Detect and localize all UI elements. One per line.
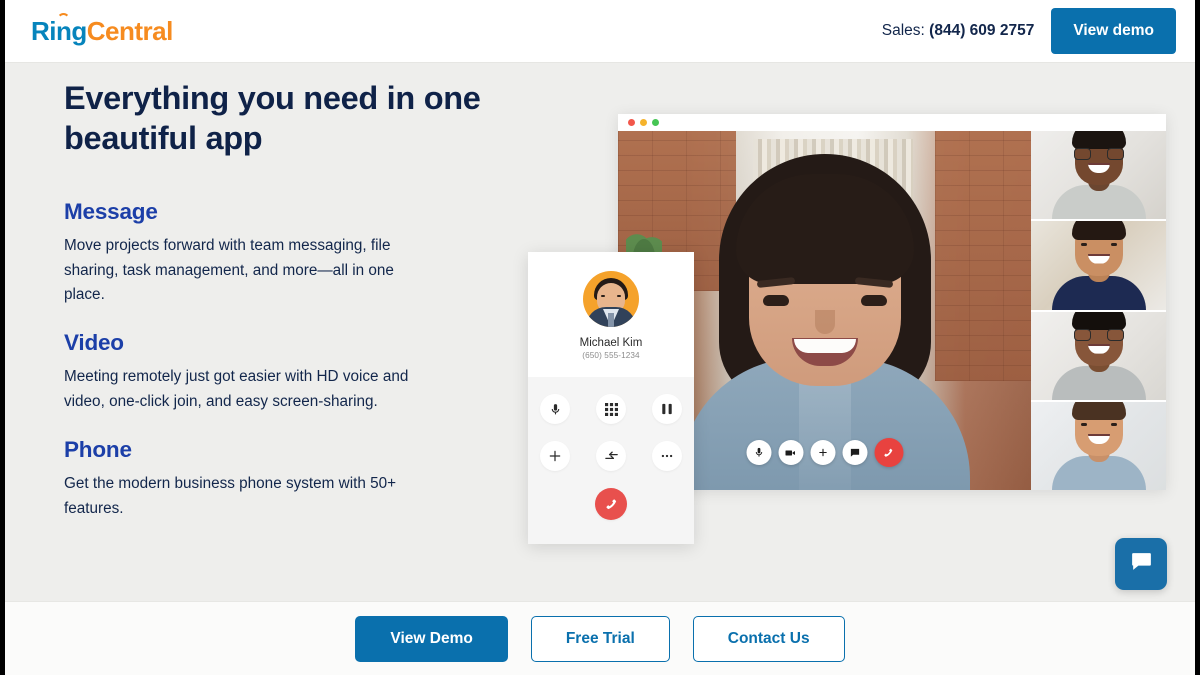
sales-phone-number: (844) 609 2757 bbox=[929, 22, 1035, 39]
video-meeting-window bbox=[618, 114, 1166, 490]
participant-hair bbox=[1071, 401, 1126, 420]
page: Ring Central Sales: (844) 609 2757 View … bbox=[5, 0, 1195, 675]
contact-us-button[interactable]: Contact Us bbox=[692, 615, 845, 662]
glasses-icon bbox=[1106, 328, 1124, 341]
logo-text-central: Central bbox=[86, 16, 174, 46]
participant-tile[interactable] bbox=[1031, 311, 1166, 402]
hero-section: Everything you need in one beautiful app… bbox=[5, 64, 1195, 601]
pause-icon[interactable] bbox=[652, 394, 682, 424]
speaker-teeth bbox=[793, 339, 856, 353]
window-titlebar bbox=[618, 114, 1166, 131]
glasses-icon bbox=[1073, 148, 1091, 161]
more-icon[interactable] bbox=[652, 441, 682, 471]
participant-tile[interactable] bbox=[1031, 221, 1166, 312]
hangup-icon[interactable] bbox=[874, 438, 903, 467]
glasses-icon bbox=[1073, 328, 1091, 341]
screenshot-root: Ring Central Sales: (844) 609 2757 View … bbox=[0, 0, 1200, 675]
participant-eye bbox=[1110, 423, 1117, 426]
hangup-icon[interactable] bbox=[595, 488, 627, 520]
logo-arc-icon bbox=[57, 13, 70, 20]
minimize-window-icon[interactable] bbox=[640, 119, 647, 126]
camera-icon[interactable] bbox=[778, 440, 803, 465]
participant-eye bbox=[1110, 242, 1117, 246]
feature-video: Video Meeting remotely just got easier w… bbox=[64, 330, 494, 415]
feature-phone: Phone Get the modern business phone syst… bbox=[64, 437, 494, 522]
participant-eye bbox=[1080, 423, 1087, 426]
speaker-nose bbox=[814, 310, 835, 334]
participant-thumbnail-strip bbox=[1031, 131, 1166, 490]
participant-hair bbox=[1071, 221, 1126, 240]
page-title: Everything you need in one beautiful app bbox=[64, 80, 481, 156]
feature-body-phone: Get the modern business phone system wit… bbox=[64, 474, 397, 517]
sales-phone[interactable]: Sales: (844) 609 2757 bbox=[882, 22, 1035, 40]
participant-hair bbox=[1071, 131, 1126, 150]
free-trial-button[interactable]: Free Trial bbox=[530, 615, 670, 662]
feature-title-video: Video bbox=[64, 330, 124, 356]
phone-call-card: Michael Kim (650) 555-1234 bbox=[528, 252, 694, 544]
sales-label: Sales: bbox=[881, 22, 925, 39]
caller-number: (650) 555-1234 bbox=[582, 351, 640, 360]
participant-portrait bbox=[1051, 401, 1147, 490]
feature-body-message: Move projects forward with team messagin… bbox=[64, 236, 394, 304]
header-actions: Sales: (844) 609 2757 View demo bbox=[882, 8, 1176, 54]
plus-icon[interactable] bbox=[810, 440, 835, 465]
feature-title-phone: Phone bbox=[64, 436, 132, 462]
site-header: Ring Central Sales: (844) 609 2757 View … bbox=[5, 0, 1195, 63]
call-controls-row-2 bbox=[528, 441, 694, 471]
avatar bbox=[583, 271, 639, 327]
speaker-eye-right bbox=[860, 295, 887, 306]
feature-body-video: Meeting remotely just got easier with HD… bbox=[64, 368, 409, 410]
avatar-eye bbox=[601, 295, 605, 297]
participant-portrait bbox=[1051, 131, 1147, 220]
avatar-tie bbox=[608, 313, 614, 327]
view-demo-button[interactable]: View Demo bbox=[355, 615, 508, 662]
chat-bubble-icon bbox=[1129, 549, 1154, 579]
logo-text-ring: Ring bbox=[31, 16, 87, 46]
speaker-eye-left bbox=[762, 295, 789, 306]
participant-tile[interactable] bbox=[1031, 131, 1166, 222]
maximize-window-icon[interactable] bbox=[652, 119, 659, 126]
close-window-icon[interactable] bbox=[628, 119, 635, 126]
microphone-icon[interactable] bbox=[746, 440, 771, 465]
footer-cta-bar: View Demo Free Trial Contact Us bbox=[5, 601, 1195, 675]
view-demo-button-header[interactable]: View demo bbox=[1051, 8, 1176, 54]
caller-info: Michael Kim (650) 555-1234 bbox=[528, 252, 694, 377]
video-body bbox=[618, 131, 1166, 490]
feature-title-message: Message bbox=[64, 198, 158, 224]
call-controls-row-3 bbox=[528, 488, 694, 520]
participant-portrait bbox=[1051, 311, 1147, 400]
participant-hair bbox=[1071, 311, 1126, 330]
avatar-eye bbox=[617, 295, 621, 297]
participant-tile[interactable] bbox=[1031, 401, 1166, 490]
keypad-icon[interactable] bbox=[596, 394, 626, 424]
participant-portrait bbox=[1051, 221, 1147, 310]
ringcentral-logo[interactable]: Ring Central bbox=[31, 13, 174, 46]
chat-icon[interactable] bbox=[842, 440, 867, 465]
microphone-icon[interactable] bbox=[540, 394, 570, 424]
call-controls bbox=[528, 377, 694, 544]
call-controls-row-1 bbox=[528, 394, 694, 424]
feature-message: Message Move projects forward with team … bbox=[64, 199, 494, 308]
participant-eye bbox=[1080, 242, 1087, 246]
transfer-icon[interactable] bbox=[596, 441, 626, 471]
glasses-icon bbox=[1106, 148, 1124, 161]
plus-icon[interactable] bbox=[540, 441, 570, 471]
chat-widget-button[interactable] bbox=[1115, 538, 1167, 590]
meeting-controls-bar bbox=[746, 438, 903, 467]
hero-copy: Everything you need in one beautiful app… bbox=[64, 79, 494, 521]
caller-name: Michael Kim bbox=[579, 337, 643, 349]
